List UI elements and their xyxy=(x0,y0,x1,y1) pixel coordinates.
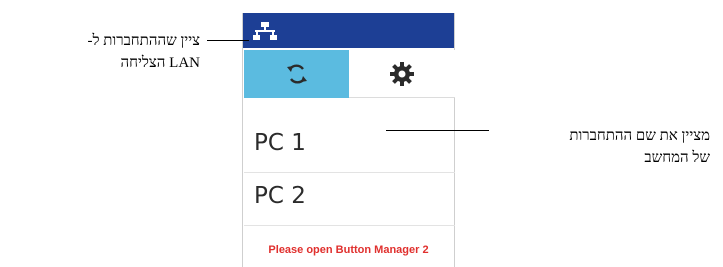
tab-sync[interactable] xyxy=(244,50,349,98)
tab-settings[interactable] xyxy=(349,50,455,98)
gear-icon xyxy=(390,61,414,86)
tab-bar xyxy=(243,50,455,98)
callout-connection-name: מציין את שם ההתחברות של המחשב xyxy=(500,125,710,169)
callout-line-1: ציין שההתחברות ל- xyxy=(87,33,200,49)
callout-lan-success: ציין שההתחברות ל- LAN הצליחה xyxy=(10,30,200,74)
connection-item-pc1[interactable]: PC 1 xyxy=(244,120,455,173)
callout-line-connection xyxy=(386,130,489,131)
callout-line-2: של המחשב xyxy=(644,150,710,166)
callout-line-2: LAN הצליחה xyxy=(120,55,200,71)
lan-network-icon xyxy=(253,22,277,40)
status-bar xyxy=(243,13,454,48)
connection-label: PC 1 xyxy=(254,130,306,156)
callout-line-lan xyxy=(207,40,249,41)
warning-message: Please open Button Manager 2 xyxy=(268,244,429,256)
device-screen: PC 1 PC 2 Please open Button Manager 2 xyxy=(242,13,455,267)
connection-item-pc2[interactable]: PC 2 xyxy=(244,173,455,226)
connection-label: PC 2 xyxy=(254,183,306,209)
sync-icon xyxy=(286,64,307,84)
callout-line-1: מציין את שם ההתחברות xyxy=(569,128,710,144)
